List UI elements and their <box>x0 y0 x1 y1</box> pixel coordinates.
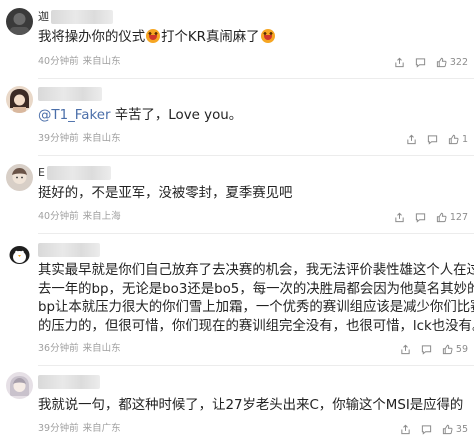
blurred-name <box>51 10 113 24</box>
divider <box>38 233 474 234</box>
thumbs-up-icon <box>448 134 459 144</box>
comment-text: 其实最早就是你们自己放弃了去决赛的机会，我无法评价裴性雄这个人在过 去一年的bp… <box>38 263 474 334</box>
thumbs-up-icon <box>442 344 453 354</box>
comment-icon <box>415 212 425 223</box>
comment-meta: 40分钟前 来自上海 <box>38 211 121 222</box>
comment-icon <box>415 57 425 68</box>
comment-actions: 322 <box>394 55 468 69</box>
share-icon <box>401 424 410 434</box>
like-count: 35 <box>455 423 468 435</box>
like-count: 1 <box>461 133 468 145</box>
comment-text: @T1_Faker 辛苦了，Love you。 <box>38 108 243 123</box>
comment-meta: 39分钟前 来自广东 <box>38 423 121 434</box>
reply-button[interactable] <box>427 134 438 145</box>
share-icon <box>401 344 410 354</box>
comment-icon <box>421 424 432 435</box>
like-button[interactable]: 127 <box>436 212 468 223</box>
divider <box>38 78 474 79</box>
comment-text: 我就说一句，都这种时候了，让27岁老头出来C，你输这个MSI是应得的 <box>38 398 464 413</box>
thumbs-up-icon <box>442 424 453 434</box>
like-button[interactable]: 1 <box>448 134 468 145</box>
comment-icon <box>427 134 438 145</box>
like-count: 322 <box>449 56 468 68</box>
grin-emoji-icon <box>146 29 161 43</box>
divider <box>38 365 474 366</box>
avatar[interactable] <box>6 86 33 113</box>
mention-link[interactable]: @T1_Faker <box>38 108 110 123</box>
comment-meta: 36分钟前 来自山东 <box>38 343 121 354</box>
blurred-name <box>38 87 102 101</box>
comment-actions: 59 <box>400 342 468 356</box>
avatar[interactable] <box>6 240 33 267</box>
comment-icon <box>421 344 432 355</box>
blurred-name <box>47 166 111 180</box>
comment-actions: 35 <box>400 422 468 436</box>
reply-button[interactable] <box>415 57 426 68</box>
like-button[interactable]: 35 <box>442 424 468 435</box>
like-count: 127 <box>449 211 468 223</box>
avatar[interactable] <box>6 164 33 191</box>
share-button[interactable] <box>400 424 411 435</box>
like-count: 59 <box>455 343 468 355</box>
comment-actions: 127 <box>394 210 468 224</box>
avatar[interactable] <box>6 8 33 35</box>
username[interactable]: 迦 <box>38 10 113 24</box>
share-icon <box>395 212 404 222</box>
avatar[interactable] <box>6 372 33 399</box>
thumbs-up-icon <box>436 212 447 222</box>
comment-text: 我将操办你的仪式 打个KR真闹麻了 <box>38 29 466 48</box>
share-button[interactable] <box>394 212 405 223</box>
like-button[interactable]: 59 <box>442 344 468 355</box>
blurred-name <box>38 375 100 389</box>
reply-button[interactable] <box>421 344 432 355</box>
comment-meta: 39分钟前 来自山东 <box>38 133 121 144</box>
username[interactable]: E <box>38 166 111 180</box>
share-icon <box>395 57 404 67</box>
divider <box>38 155 474 156</box>
share-button[interactable] <box>400 344 411 355</box>
share-button[interactable] <box>394 57 405 68</box>
reply-button[interactable] <box>415 212 426 223</box>
share-icon <box>407 134 416 144</box>
like-button[interactable]: 322 <box>436 57 468 68</box>
thumbs-up-icon <box>436 57 447 67</box>
grin-emoji-icon <box>260 29 275 43</box>
comment-text: 挺好的，不是亚军，没被零封，夏季赛见吧 <box>38 186 293 201</box>
blurred-name <box>38 243 100 257</box>
comment-actions: 1 <box>406 132 468 146</box>
reply-button[interactable] <box>421 424 432 435</box>
share-button[interactable] <box>406 134 417 145</box>
comment-meta: 40分钟前 来自山东 <box>38 56 121 67</box>
